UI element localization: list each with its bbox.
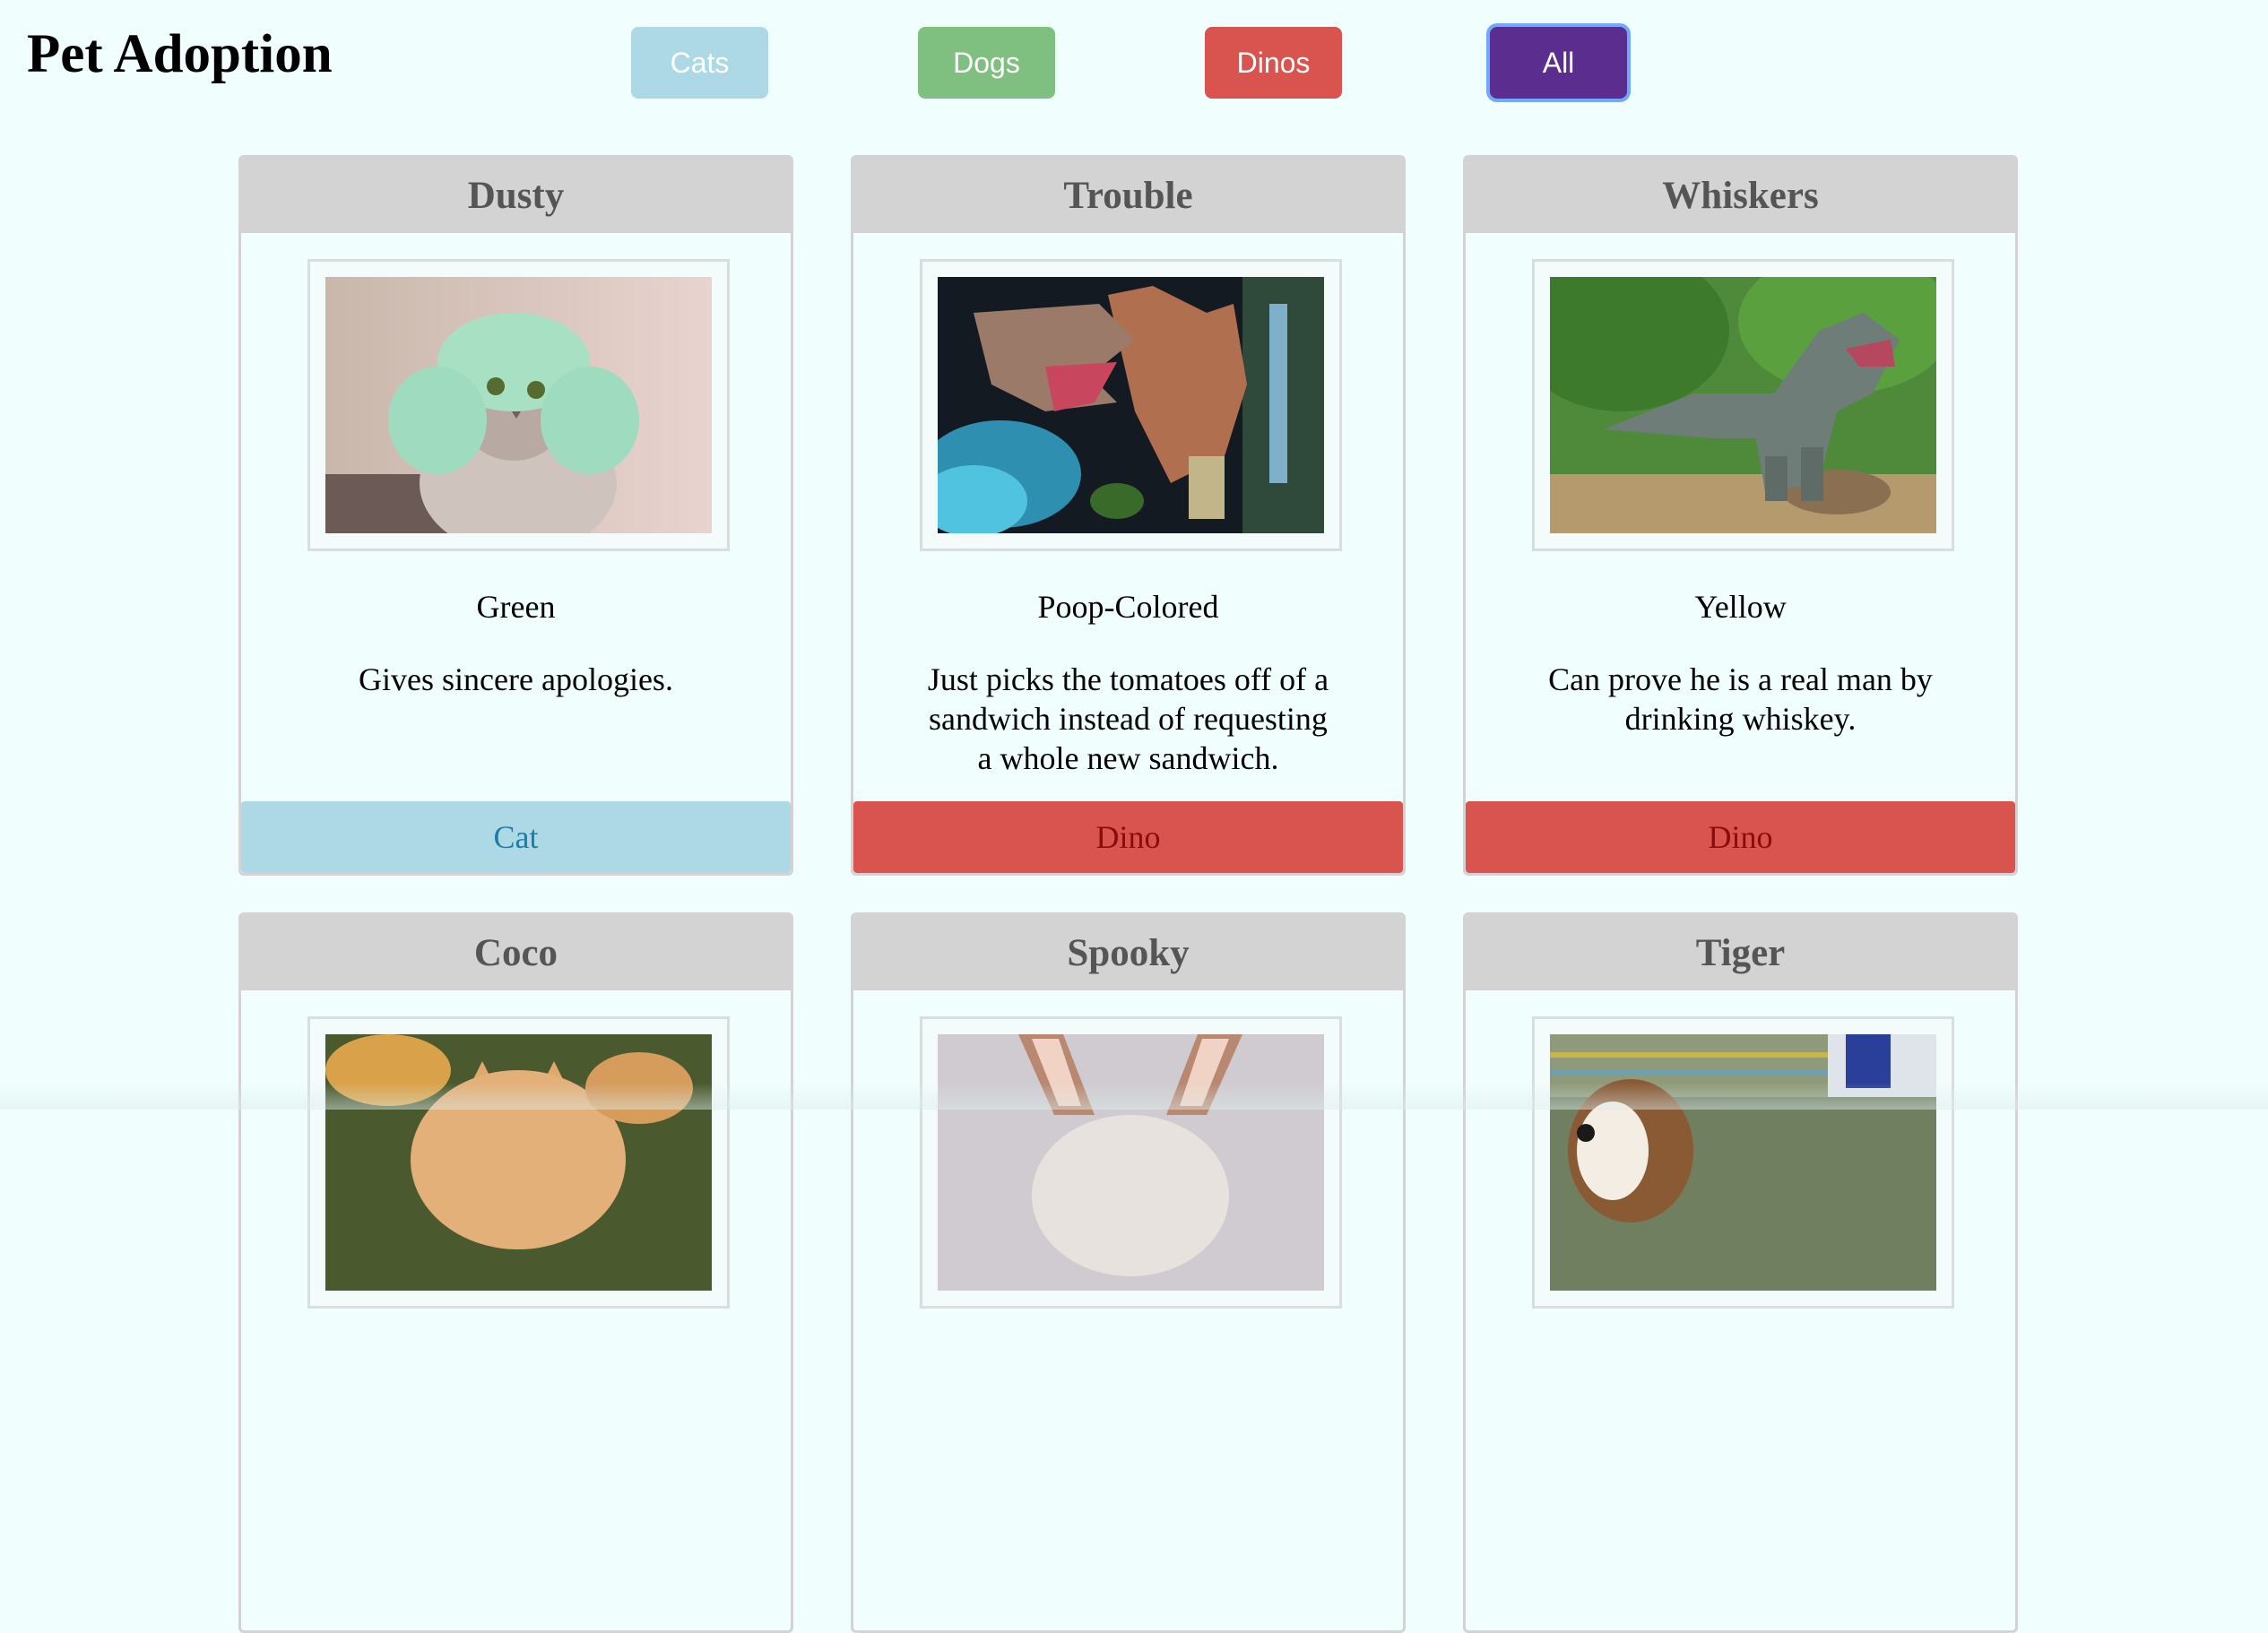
- pet-color: Yellow: [1466, 588, 2015, 626]
- filter-cats-button[interactable]: Cats: [631, 27, 768, 99]
- pet-name: Trouble: [853, 158, 1403, 233]
- pet-color: Poop-Colored: [853, 588, 1403, 626]
- page-title: Pet Adoption: [27, 23, 333, 86]
- pet-card[interactable]: Dusty: [238, 155, 793, 876]
- pet-description: Just picks the tomatoes off of a sandwic…: [925, 660, 1331, 778]
- pet-description: Gives sincere apologies.: [313, 660, 719, 699]
- pet-photo-frame: [920, 1016, 1342, 1309]
- pet-name: Spooky: [853, 915, 1403, 990]
- pet-card[interactable]: Trouble Poop-Colored Just picks the toma: [851, 155, 1406, 876]
- dino-photo: [1550, 277, 1936, 533]
- pet-card[interactable]: Tiger: [1463, 912, 2018, 1633]
- pet-name: Tiger: [1466, 915, 2015, 990]
- pet-photo-frame: [307, 259, 730, 551]
- filter-dinos-button[interactable]: Dinos: [1205, 27, 1342, 99]
- cat-photo: [325, 1034, 712, 1291]
- pet-type-label: Dino: [853, 801, 1403, 873]
- filter-dogs-button[interactable]: Dogs: [918, 27, 1055, 99]
- dino-photo: [938, 277, 1324, 533]
- pet-card[interactable]: Whiskers Yellow Can prove he is a real m…: [1463, 155, 2018, 876]
- pet-name: Dusty: [241, 158, 791, 233]
- pet-type-label: Dino: [1466, 801, 2015, 873]
- pet-color: Green: [241, 588, 791, 626]
- pet-card[interactable]: Coco: [238, 912, 793, 1633]
- pet-type-label: Cat: [241, 801, 791, 873]
- pet-description: Can prove he is a real man by drinking w…: [1537, 660, 1943, 739]
- pet-name: Coco: [241, 915, 791, 990]
- pet-card[interactable]: Spooky: [851, 912, 1406, 1633]
- cat-photo: [325, 277, 712, 533]
- header: Pet Adoption Cats Dogs Dinos All: [0, 0, 2268, 125]
- pet-photo-frame: [1532, 1016, 1954, 1309]
- filter-all-button[interactable]: All: [1490, 27, 1627, 99]
- cat-photo: [938, 1034, 1324, 1291]
- pet-photo-frame: [1532, 259, 1954, 551]
- pet-photo-frame: [920, 259, 1342, 551]
- scroll-fade: [0, 1083, 2268, 1110]
- pet-name: Whiskers: [1466, 158, 2015, 233]
- pet-photo-frame: [307, 1016, 730, 1309]
- dog-photo: [1550, 1034, 1936, 1291]
